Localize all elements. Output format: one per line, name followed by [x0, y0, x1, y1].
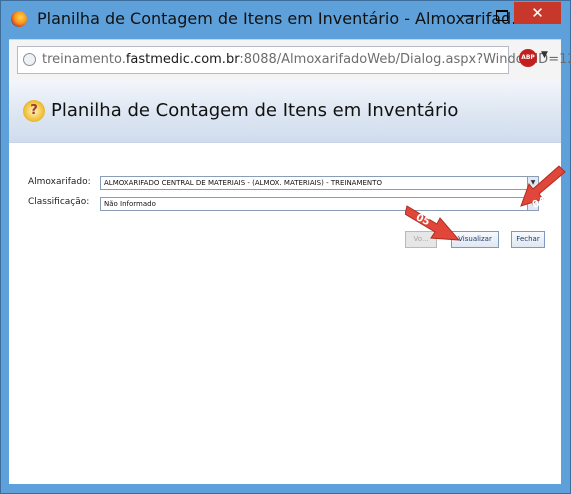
classificacao-label: Classificação:: [28, 197, 90, 207]
browser-popup-window: Planilha de Contagem de Itens em Inventá…: [0, 0, 571, 494]
almoxarifado-value: ALMOXARIFADO CENTRAL DE MATERIAIS - (ALM…: [104, 179, 382, 187]
firefox-icon: [11, 11, 27, 27]
page-title: Planilha de Contagem de Itens em Inventá…: [51, 100, 459, 121]
maximize-icon: [496, 10, 508, 21]
adblock-plus-icon[interactable]: ABP: [519, 49, 537, 67]
url-field[interactable]: treinamento.fastmedic.com.br:8088/Almoxa…: [17, 46, 571, 74]
page-content: ? Planilha de Contagem de Itens em Inven…: [9, 80, 566, 484]
maximize-button[interactable]: [489, 7, 515, 25]
window-titlebar[interactable]: Planilha de Contagem de Itens em Inventá…: [1, 1, 570, 37]
url-text: treinamento.fastmedic.com.br:8088/Almoxa…: [42, 52, 571, 67]
almoxarifado-label: Almoxarifado:: [28, 177, 91, 187]
almoxarifado-select[interactable]: ALMOXARIFADO CENTRAL DE MATERIAIS - (ALM…: [100, 176, 539, 190]
close-button[interactable]: ✕: [514, 2, 561, 24]
globe-icon: [23, 53, 36, 66]
adblock-menu-icon[interactable]: ▼: [541, 50, 548, 60]
gear-help-icon: ?: [23, 100, 45, 122]
fechar-button[interactable]: Fechar: [511, 231, 545, 248]
classificacao-value: Não Informado: [104, 200, 156, 208]
classificacao-select[interactable]: Não Informado ▼: [100, 197, 539, 211]
address-bar-area: treinamento.fastmedic.com.br:8088/Almoxa…: [9, 39, 571, 80]
window-title: Planilha de Contagem de Itens em Inventá…: [37, 9, 527, 28]
minimize-button[interactable]: −: [456, 8, 482, 25]
page-header: ? Planilha de Contagem de Itens em Inven…: [9, 80, 561, 143]
